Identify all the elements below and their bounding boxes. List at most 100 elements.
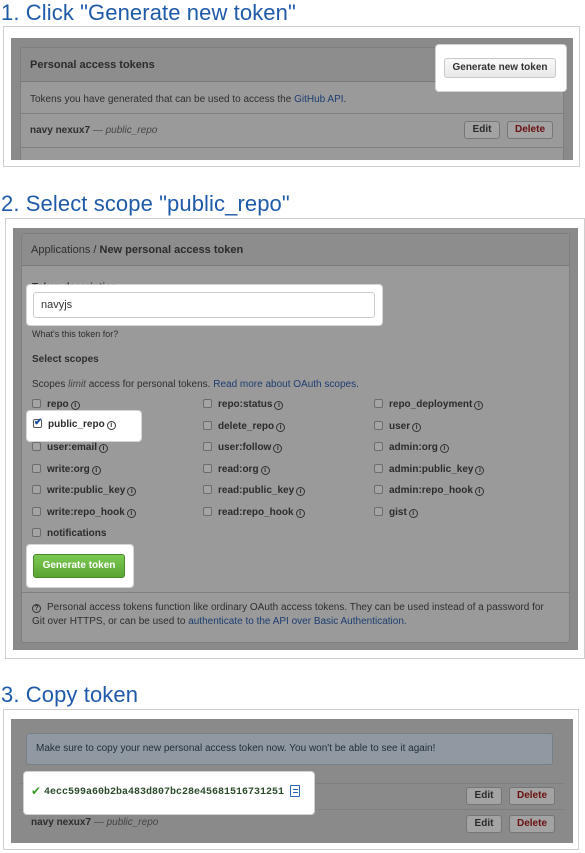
scope-user[interactable]: user i [374, 420, 422, 435]
checkbox-icon[interactable] [203, 399, 212, 408]
checkbox-icon[interactable] [203, 463, 212, 473]
token-description-help: What's this token for? [32, 329, 119, 339]
info-icon[interactable]: i [295, 508, 305, 518]
step-3-heading: 3. Copy token [1, 682, 139, 707]
generate-token-highlight: Generate token [27, 545, 133, 587]
checkbox-icon[interactable] [374, 506, 383, 516]
scope-admin-org[interactable]: admin:org i [374, 442, 449, 456]
delete-button[interactable]: Delete [509, 815, 555, 833]
token-value[interactable]: 4ecc599a60b2ba483d807bc28e45681516731251 [44, 787, 284, 798]
footer-note-line2: Git over HTTPS, or can be used to authen… [32, 616, 407, 627]
info-icon[interactable]: i [408, 508, 418, 518]
oauth-scopes-link[interactable]: Read more about OAuth scopes. [213, 379, 359, 390]
checkbox-icon[interactable] [374, 463, 383, 473]
scope-read-org[interactable]: read:org i [203, 463, 270, 478]
token-row: navy nexux7 — public_repo [30, 125, 158, 136]
panel-title: Personal access tokens [30, 59, 155, 71]
info-icon[interactable]: i [274, 401, 284, 410]
scope-gist[interactable]: gist i [374, 506, 418, 521]
scope-admin-repo-hook[interactable]: admin:repo_hook i [374, 485, 484, 499]
delete-button[interactable]: Delete [509, 787, 555, 805]
breadcrumb: Applications / New personal access token [22, 234, 569, 266]
copy-token-notice: Make sure to copy your new personal acce… [26, 733, 553, 765]
info-icon[interactable]: i [296, 487, 306, 496]
generate-token-button[interactable]: Generate token [33, 554, 125, 578]
info-icon[interactable]: i [475, 465, 485, 475]
token-scope: public_repo [105, 125, 158, 136]
token-name: navy nexux7 [30, 125, 91, 136]
scope-repo-status[interactable]: repo:status i [203, 399, 284, 413]
info-icon: ? [32, 604, 41, 613]
step-3-frame: Make sure to copy your new personal acce… [3, 709, 579, 850]
info-icon[interactable]: i [99, 444, 109, 453]
checkbox-icon[interactable] [203, 506, 212, 516]
edit-button[interactable]: Edit [466, 815, 502, 833]
info-icon[interactable]: i [439, 444, 449, 453]
scope-write-org[interactable]: write:org i [32, 463, 101, 478]
divider [21, 147, 563, 148]
step-1-heading: 1. Click "Generate new token" [1, 0, 296, 25]
scope-admin-public-key[interactable]: admin:public_key i [374, 463, 485, 478]
edit-button[interactable]: Edit [466, 787, 502, 805]
token-row: navy nexux7 — public_repo [31, 817, 159, 828]
divider [21, 113, 563, 114]
check-icon: ✔ [31, 784, 42, 798]
scope-read-public-key[interactable]: read:public_key i [203, 485, 306, 499]
basic-auth-link[interactable]: authenticate to the API over Basic Authe… [188, 616, 406, 627]
info-icon[interactable]: i [106, 421, 116, 430]
checkbox-icon[interactable] [32, 485, 41, 494]
info-icon[interactable]: i [126, 508, 136, 518]
scope-notifications[interactable]: notifications [32, 528, 106, 542]
checkbox-icon[interactable] [374, 442, 383, 451]
checkbox-icon[interactable] [374, 399, 383, 408]
info-icon[interactable]: i [474, 401, 484, 410]
public-repo-highlight: ✔ public_repo i [27, 411, 141, 441]
scope-user-follow[interactable]: user:follow i [203, 442, 283, 456]
checkbox-icon[interactable] [32, 399, 41, 408]
info-icon[interactable]: i [412, 422, 422, 432]
step-1-frame: Personal access tokens Tokens you have g… [3, 26, 580, 167]
token-scope: public_repo [106, 817, 159, 828]
checkbox-icon[interactable] [32, 506, 41, 516]
generate-button-highlight: Generate new token [436, 45, 566, 91]
info-icon[interactable]: i [273, 444, 283, 453]
step-2-frame: Applications / New personal access token… [5, 218, 585, 659]
checkbox-icon[interactable] [374, 485, 383, 494]
scope-repo-deployment[interactable]: repo_deployment i [374, 399, 484, 413]
checkbox-icon[interactable] [374, 420, 383, 430]
info-icon[interactable]: i [127, 487, 137, 496]
token-value-highlight: ✔ 4ecc599a60b2ba483d807bc28e456815167312… [24, 772, 314, 814]
edit-button[interactable]: Edit [464, 121, 500, 139]
github-api-link[interactable]: GitHub API [294, 94, 343, 105]
divider [22, 592, 569, 593]
token-description-input[interactable]: navyjs [33, 292, 375, 318]
scope-delete-repo[interactable]: delete_repo i [203, 420, 286, 435]
checkbox-icon[interactable] [203, 420, 212, 430]
checkbox-icon[interactable] [32, 463, 41, 473]
info-icon[interactable]: i [260, 465, 270, 475]
delete-button[interactable]: Delete [507, 121, 553, 139]
info-icon[interactable]: i [276, 422, 286, 432]
footer-note: ? Personal access tokens function like or… [32, 602, 544, 613]
checkbox-icon[interactable] [32, 528, 41, 537]
checkbox-checked-icon[interactable]: ✔ [33, 417, 42, 428]
generate-new-token-button[interactable]: Generate new token [444, 58, 556, 78]
checkbox-icon[interactable] [32, 442, 41, 451]
copy-to-clipboard-icon[interactable] [290, 785, 300, 797]
info-icon[interactable]: i [70, 401, 80, 410]
checkbox-icon[interactable] [203, 485, 212, 494]
step-2-heading: 2. Select scope "public_repo" [1, 191, 290, 216]
breadcrumb-current: New personal access token [99, 244, 244, 256]
scope-write-repo-hook[interactable]: write:repo_hook i [32, 506, 136, 521]
scope-write-public-key[interactable]: write:public_key i [32, 485, 137, 499]
select-scopes-label: Select scopes [32, 354, 99, 365]
token-description-highlight: navyjs [27, 285, 382, 325]
scope-read-repo-hook[interactable]: read:repo_hook i [203, 506, 305, 521]
info-icon[interactable]: i [474, 487, 484, 496]
scope-user-email[interactable]: user:email i [32, 442, 109, 456]
breadcrumb-applications[interactable]: Applications [31, 244, 90, 256]
scope-public-repo[interactable]: ✔ public_repo i [33, 417, 116, 433]
checkbox-icon[interactable] [203, 442, 212, 451]
scopes-help: Scopes limit access for personal tokens.… [32, 379, 359, 390]
info-icon[interactable]: i [91, 465, 101, 475]
